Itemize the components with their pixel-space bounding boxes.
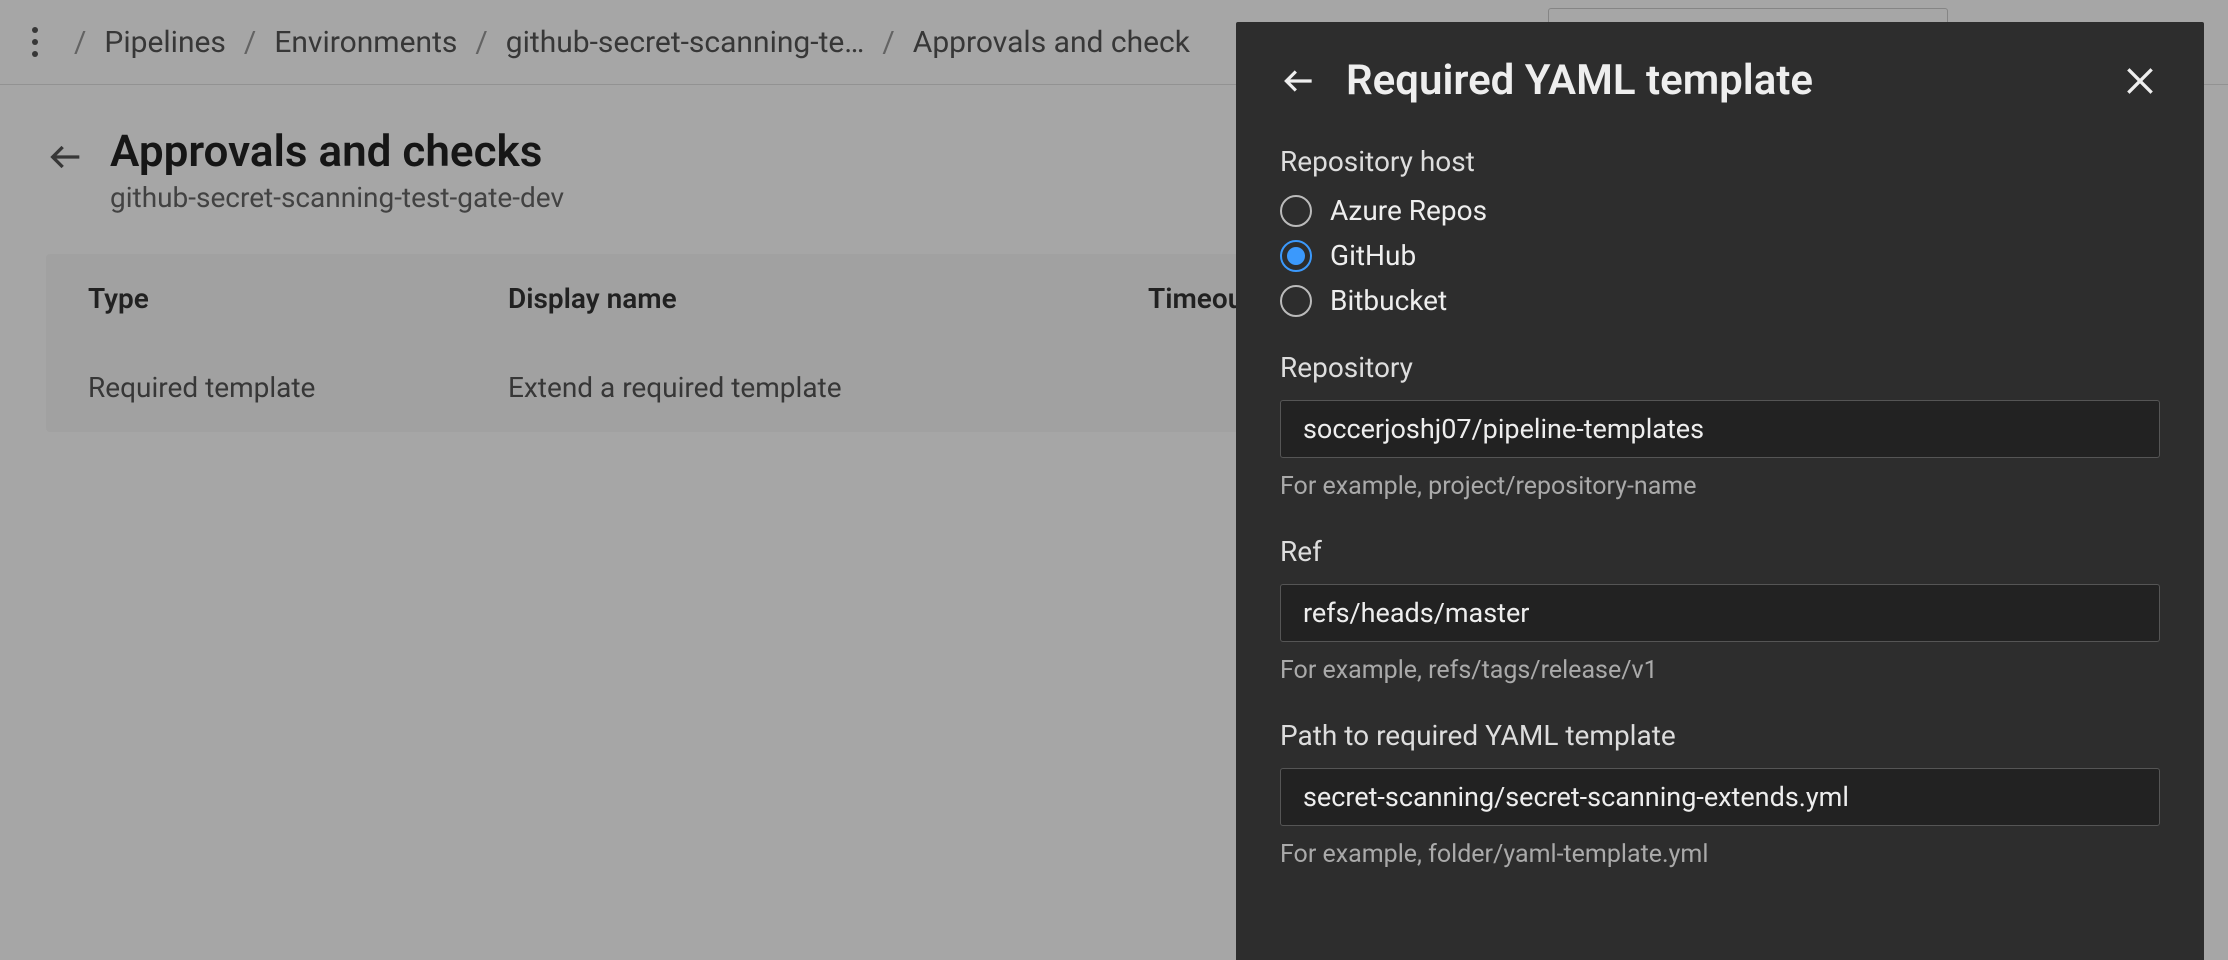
cell-display: Extend a required template xyxy=(508,371,1148,404)
repo-host-radio-group: Azure Repos GitHub Bitbucket xyxy=(1280,194,2160,317)
radio-label: Bitbucket xyxy=(1330,284,1447,317)
radio-icon xyxy=(1280,195,1312,227)
path-label: Path to required YAML template xyxy=(1280,719,2160,752)
breadcrumb: / Pipelines / Environments / github-secr… xyxy=(74,25,1190,60)
radio-label: GitHub xyxy=(1330,239,1416,272)
breadcrumb-item[interactable]: Pipelines xyxy=(104,25,226,60)
col-header-display: Display name xyxy=(508,282,1148,315)
required-yaml-panel: Required YAML template Repository host A… xyxy=(1236,22,2204,960)
back-arrow-icon[interactable] xyxy=(46,137,86,181)
path-input[interactable] xyxy=(1280,768,2160,826)
radio-github[interactable]: GitHub xyxy=(1280,239,2160,272)
breadcrumb-item[interactable]: Approvals and check xyxy=(913,25,1190,60)
radio-icon xyxy=(1280,240,1312,272)
ref-label: Ref xyxy=(1280,535,2160,568)
radio-bitbucket[interactable]: Bitbucket xyxy=(1280,284,2160,317)
path-hint: For example, folder/yaml-template.yml xyxy=(1280,840,2160,869)
radio-label: Azure Repos xyxy=(1330,194,1487,227)
close-icon[interactable] xyxy=(2120,61,2160,101)
page-title: Approvals and checks xyxy=(110,125,564,177)
breadcrumb-item[interactable]: github-secret-scanning-te… xyxy=(506,25,865,60)
ref-input[interactable] xyxy=(1280,584,2160,642)
panel-back-icon[interactable] xyxy=(1280,62,1318,100)
radio-icon xyxy=(1280,285,1312,317)
page-subtitle: github-secret-scanning-test-gate-dev xyxy=(110,181,564,214)
col-header-type: Type xyxy=(88,282,508,315)
cell-type: Required template xyxy=(88,371,508,404)
radio-azure-repos[interactable]: Azure Repos xyxy=(1280,194,2160,227)
repository-input[interactable] xyxy=(1280,400,2160,458)
ref-hint: For example, refs/tags/release/v1 xyxy=(1280,656,2160,685)
panel-title: Required YAML template xyxy=(1346,56,2092,105)
repository-label: Repository xyxy=(1280,351,2160,384)
breadcrumb-item[interactable]: Environments xyxy=(274,25,457,60)
repo-host-label: Repository host xyxy=(1280,145,2160,178)
repository-hint: For example, project/repository-name xyxy=(1280,472,2160,501)
kebab-menu-icon[interactable] xyxy=(20,27,50,57)
